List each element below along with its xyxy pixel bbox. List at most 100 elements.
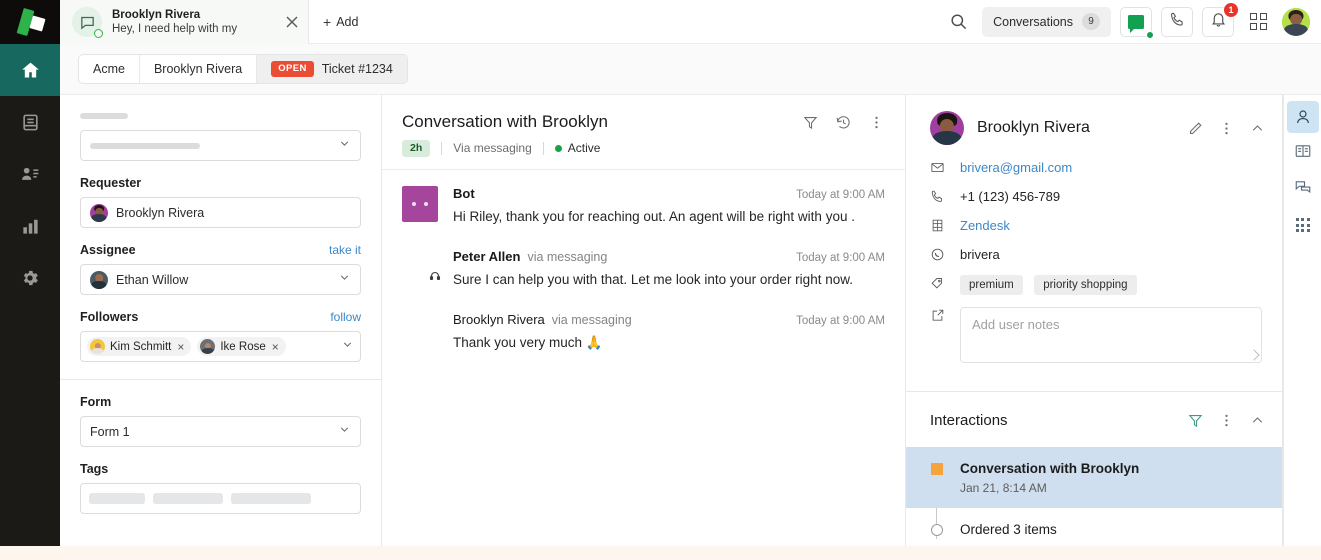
message-text: Thank you very much 🙏 (453, 334, 603, 350)
filter-icon[interactable] (802, 114, 819, 131)
nav-item-views[interactable] (0, 96, 60, 148)
chat-icon (1128, 14, 1144, 33)
interaction-title: Ordered 3 items (960, 522, 1057, 537)
nav-item-reporting[interactable] (0, 200, 60, 252)
assignee-field: Assignee take it Ethan Willow (80, 243, 361, 295)
customer-organization[interactable]: Zendesk (960, 217, 1010, 234)
message-body: Peter Allen via messaging Today at 9:00 … (453, 249, 885, 290)
assignee-label-text: Assignee (80, 243, 136, 257)
breadcrumb: Acme Brooklyn Rivera OPEN Ticket #1234 (78, 54, 408, 84)
more-vertical-icon[interactable] (1218, 120, 1235, 137)
breadcrumb-org[interactable]: Acme (79, 55, 140, 83)
more-vertical-icon[interactable] (868, 114, 885, 131)
conversation-state-label: Active (567, 141, 601, 156)
skeleton-select[interactable] (80, 130, 361, 161)
form-field: Form Form 1 (80, 395, 361, 447)
conversation-tab-title: Brooklyn Rivera (112, 8, 201, 21)
assignee-select[interactable]: Ethan Willow (80, 264, 361, 295)
chevron-down-icon[interactable] (341, 338, 354, 356)
follower-name: Kim Schmitt (110, 340, 172, 353)
filter-icon[interactable] (1187, 412, 1204, 429)
close-icon[interactable] (282, 12, 302, 32)
assignee-avatar (90, 270, 108, 289)
topbar-actions: Conversations 9 1 (943, 0, 1321, 43)
requester-select[interactable]: Brooklyn Rivera (80, 197, 361, 228)
customers-icon (20, 164, 40, 184)
followers-select[interactable]: Kim Schmitt × Ike Rose × (80, 331, 361, 362)
more-vertical-icon[interactable] (1218, 412, 1235, 429)
customer-field-phone: +1 (123) 456-789 (930, 188, 1262, 205)
breadcrumb-ticket[interactable]: OPEN Ticket #1234 (257, 55, 407, 83)
properties-divider (60, 379, 381, 380)
gear-icon (20, 268, 40, 288)
message-timestamp: Today at 9:00 AM (796, 314, 885, 327)
form-select[interactable]: Form 1 (80, 416, 361, 447)
chevron-up-icon[interactable] (1249, 120, 1266, 137)
chat-status-button[interactable] (1120, 6, 1154, 39)
chevron-up-icon[interactable] (1249, 412, 1266, 429)
breadcrumb-user[interactable]: Brooklyn Rivera (140, 55, 258, 83)
history-icon[interactable] (835, 114, 852, 131)
message-timestamp: Today at 9:00 AM (796, 188, 885, 201)
context-icon-rail (1283, 95, 1321, 560)
conversation-tab-subtitle: Hey, I need help with my (112, 22, 238, 35)
tag-skeleton (89, 493, 145, 504)
bar-chart-icon (21, 217, 40, 236)
follower-chip[interactable]: Kim Schmitt × (87, 337, 192, 356)
apps-grid-icon[interactable] (1243, 7, 1273, 37)
user-notes-input[interactable]: Add user notes (960, 307, 1262, 363)
take-it-link[interactable]: take it (329, 243, 361, 257)
pencil-icon[interactable] (1187, 120, 1204, 137)
rail-item-user[interactable] (1286, 101, 1319, 133)
nav-item-home[interactable] (0, 44, 60, 96)
envelope-icon (930, 159, 946, 175)
tag-skeleton (231, 493, 311, 504)
channel-label: Via messaging (453, 141, 532, 156)
customer-tag[interactable]: priority shopping (1034, 275, 1137, 295)
ticket-properties-panel: Requester Brooklyn Rivera Assignee take … (60, 95, 382, 560)
tags-field: Tags (80, 462, 361, 514)
message-author: Peter Allen (453, 248, 521, 264)
brand-logo[interactable] (0, 0, 60, 44)
nav-item-settings[interactable] (0, 252, 60, 304)
customer-email[interactable]: brivera@gmail.com (960, 159, 1072, 176)
breadcrumb-bar: Acme Brooklyn Rivera OPEN Ticket #1234 (60, 44, 1321, 95)
customer-context-panel: Brooklyn Rivera brivera@gmail.com +1 (12… (906, 95, 1283, 560)
assignee-value: Ethan Willow (116, 272, 189, 287)
message-author: Brooklyn Rivera (453, 311, 545, 327)
message-text: Hi Riley, thank you for reaching out. An… (453, 208, 855, 224)
message-avatar (402, 249, 442, 285)
interaction-marker (930, 460, 943, 495)
follow-link[interactable]: follow (330, 310, 361, 324)
page-title: Conversation with Brooklyn (402, 112, 608, 131)
conversation-tab-text: Brooklyn Rivera Hey, I need help with my (112, 8, 282, 37)
notification-count-badge: 1 (1223, 1, 1239, 18)
message-header: Bot Today at 9:00 AM (453, 186, 885, 201)
follower-chip[interactable]: Ike Rose × (197, 337, 286, 356)
rail-item-apps[interactable] (1287, 209, 1319, 241)
customer-tags: premium priority shopping (960, 275, 1144, 295)
customer-field-whatsapp: brivera (930, 246, 1262, 263)
customer-tag[interactable]: premium (960, 275, 1023, 295)
rail-item-knowledge[interactable] (1287, 137, 1319, 169)
add-label: Add (336, 14, 359, 29)
add-tab-button[interactable]: + Add (309, 0, 372, 43)
notifications-button[interactable]: 1 (1202, 1, 1239, 37)
rail-item-conversations[interactable] (1287, 173, 1319, 205)
avatar[interactable] (1282, 7, 1310, 36)
bot-avatar-icon (402, 185, 438, 222)
note-edit-icon (930, 307, 946, 323)
customer-field-notes: Add user notes (930, 307, 1262, 363)
phone-status-button[interactable] (1161, 6, 1193, 37)
customer-phone: +1 (123) 456-789 (960, 189, 1061, 204)
tags-input[interactable] (80, 483, 361, 514)
remove-follower-icon[interactable]: × (272, 340, 279, 354)
interaction-subtitle: Jan 21, 8:14 AM (960, 481, 1047, 495)
interaction-item[interactable]: Conversation with Brooklyn Jan 21, 8:14 … (906, 447, 1282, 508)
remove-follower-icon[interactable]: × (177, 340, 184, 354)
nav-item-customers[interactable] (0, 148, 60, 200)
duration-badge: 2h (402, 140, 431, 157)
conversation-tab[interactable]: Brooklyn Rivera Hey, I need help with my (60, 0, 309, 44)
search-icon[interactable] (943, 7, 973, 37)
conversations-pill[interactable]: Conversations 9 (982, 6, 1111, 37)
